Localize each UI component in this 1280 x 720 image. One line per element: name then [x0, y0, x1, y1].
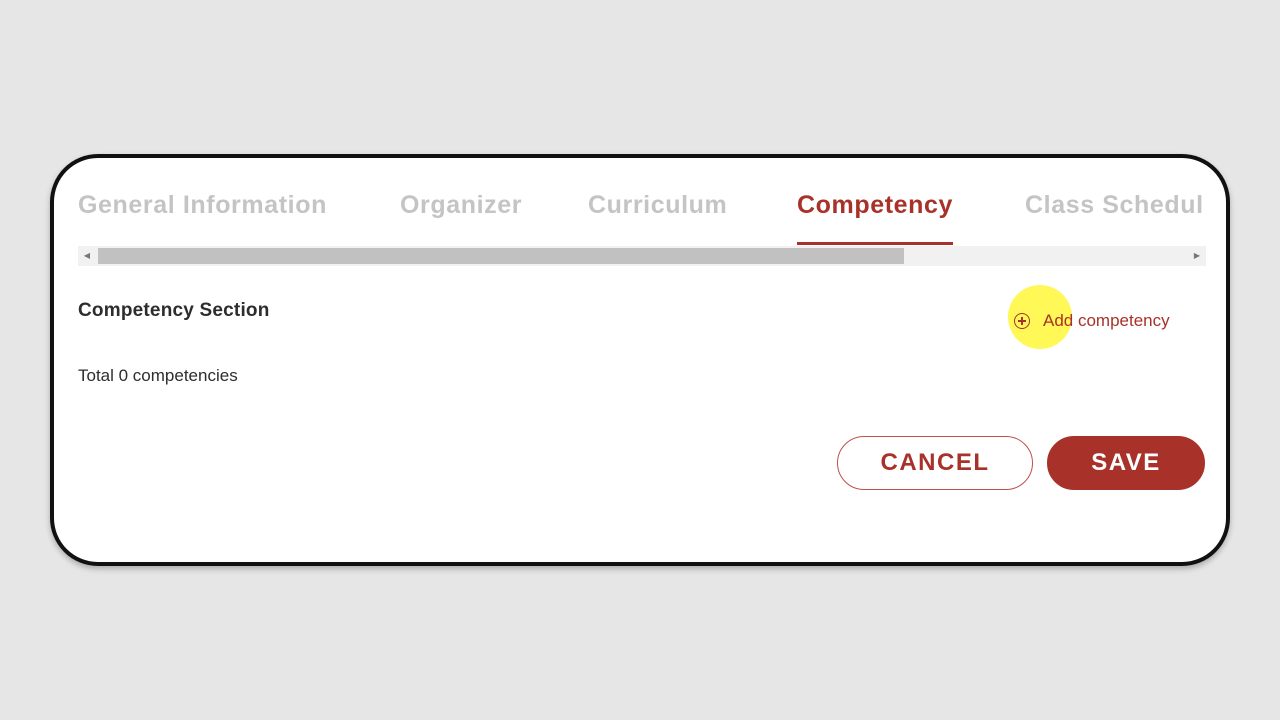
tab-competency[interactable]: Competency: [797, 186, 954, 246]
scrollbar-thumb[interactable]: [98, 248, 904, 264]
cancel-button[interactable]: CANCEL: [837, 436, 1033, 490]
section-title: Competency Section: [78, 300, 270, 321]
triangle-right-icon[interactable]: ▶: [1188, 246, 1206, 266]
tab-curriculum[interactable]: Curriculum: [588, 186, 727, 246]
tab-class-schedule[interactable]: Class Schedul: [1025, 186, 1204, 246]
save-button[interactable]: SAVE: [1047, 436, 1205, 490]
add-competency-button[interactable]: Add competency: [1014, 308, 1170, 334]
tab-general-information[interactable]: General Information: [78, 186, 327, 246]
triangle-left-icon[interactable]: ◀: [78, 246, 96, 266]
plus-circle-icon: [1014, 313, 1030, 329]
tab-bar: General Information Organizer Curriculum…: [78, 186, 1206, 248]
total-count-text: Total 0 competencies: [78, 366, 238, 385]
tab-organizer[interactable]: Organizer: [400, 186, 522, 246]
add-competency-label: Add competency: [1043, 311, 1170, 330]
competency-card: General Information Organizer Curriculum…: [50, 154, 1230, 566]
tab-scrollbar[interactable]: ◀ ▶: [78, 246, 1206, 266]
